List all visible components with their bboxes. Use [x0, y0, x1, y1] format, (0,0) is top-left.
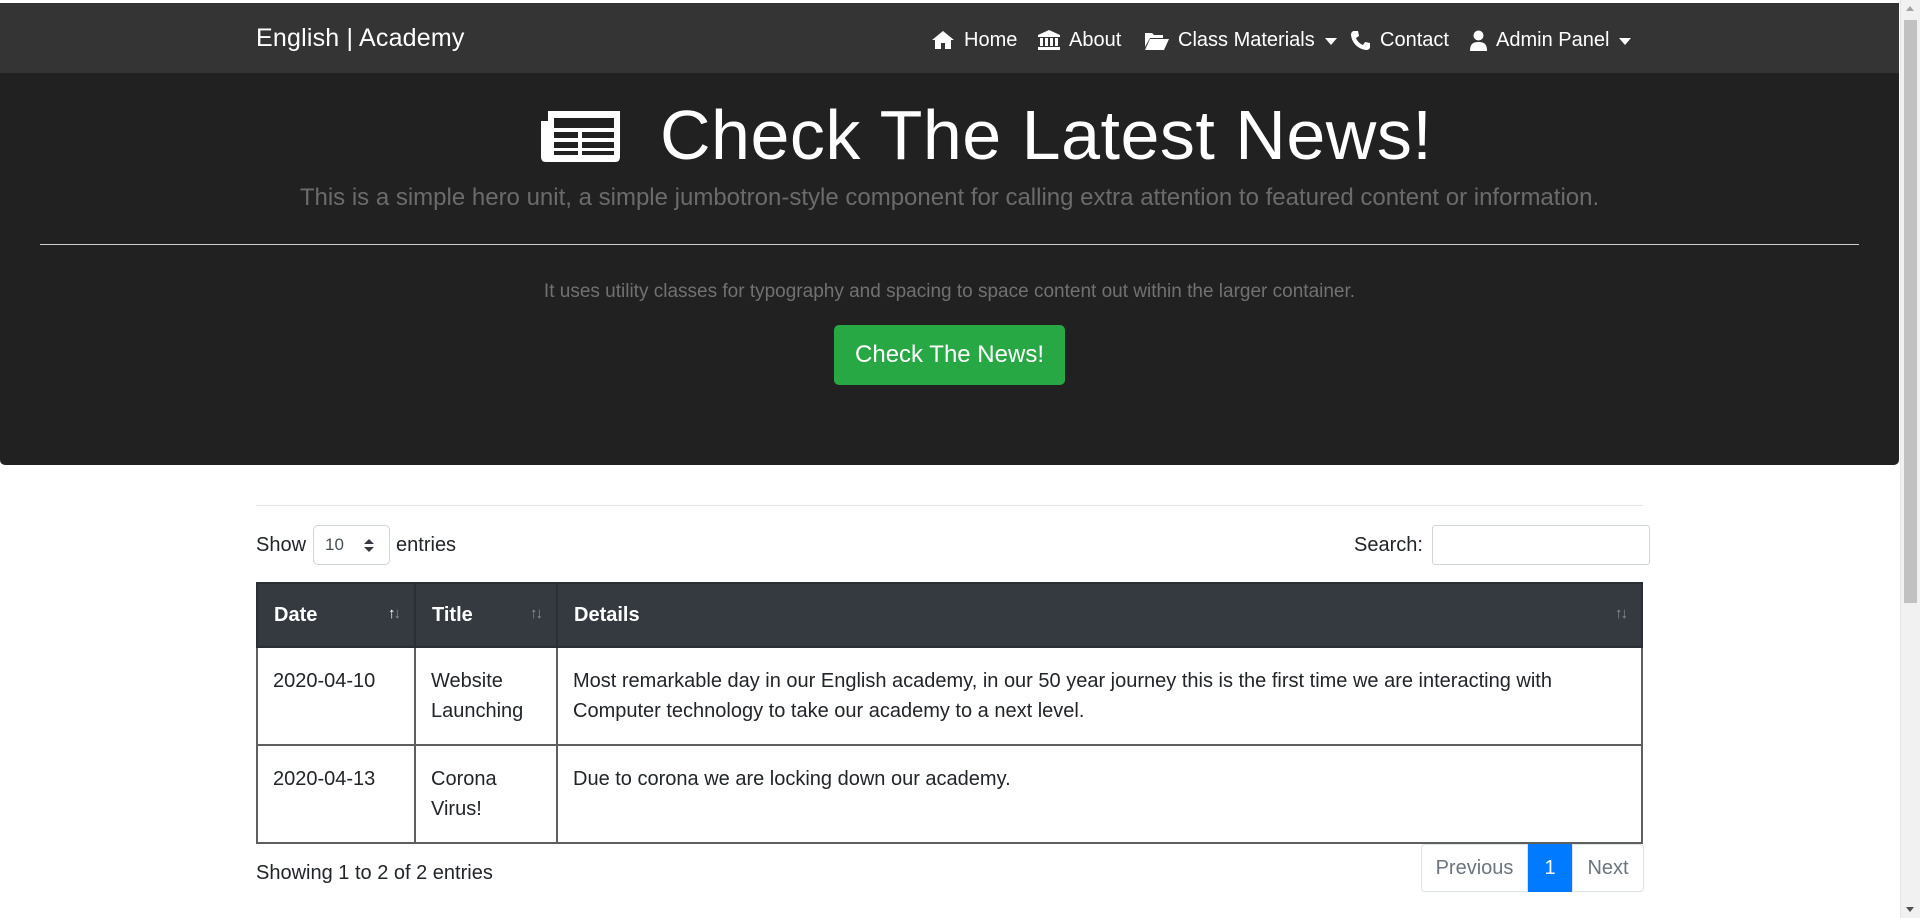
nav-admin-panel[interactable]: Admin Panel: [1470, 25, 1632, 55]
scrollbar-thumb[interactable]: [1904, 20, 1917, 603]
newspaper-icon: [541, 111, 620, 162]
entries-length-value: 10: [325, 535, 344, 554]
column-header-title[interactable]: Title ↑↓: [414, 582, 558, 648]
entries-label: entries: [396, 533, 457, 556]
cell-date: 2020-04-10: [256, 646, 416, 746]
hero-sub-text: It uses utility classes for typography a…: [543, 281, 1356, 302]
hero-heading: Check The Latest News!: [540, 85, 1432, 185]
sort-icon: ↑↓: [388, 605, 401, 622]
nav-home-label: Home: [964, 28, 1018, 51]
content-divider: [256, 505, 1643, 506]
home-icon: [932, 31, 954, 49]
pagination: Previous 1 Next: [1421, 844, 1644, 892]
cell-date: 2020-04-13: [256, 744, 416, 844]
nav-contact-label: Contact: [1380, 28, 1449, 51]
check-news-button[interactable]: Check The News!: [834, 325, 1065, 385]
scroll-down-icon[interactable]: [1901, 901, 1920, 918]
table-search: Search:: [1354, 525, 1650, 565]
entries-length-control: Show 10 entries: [256, 525, 456, 565]
folder-open-icon: [1145, 32, 1169, 50]
table-row: 2020-04-10 Website Launching Most remark…: [256, 646, 1643, 746]
nav-class-materials-label: Class Materials: [1178, 28, 1315, 51]
brand-logo-text[interactable]: English | Academy: [256, 24, 465, 53]
column-header-label: Details: [574, 603, 640, 626]
vertical-scrollbar[interactable]: [1900, 0, 1920, 918]
column-header-date[interactable]: Date ↑↓: [256, 582, 416, 648]
show-label: Show: [256, 533, 307, 556]
cell-details: Most remarkable day in our English acade…: [556, 646, 1643, 746]
phone-icon: [1351, 30, 1370, 50]
nav-about[interactable]: About: [1038, 25, 1121, 55]
chevron-down-icon: [1619, 37, 1632, 45]
table-info-text: Showing 1 to 2 of 2 entries: [256, 862, 493, 884]
hero-lead-text: This is a simple hero unit, a simple jum…: [299, 184, 1600, 211]
chevron-down-icon: [1324, 37, 1337, 45]
page-title: Check The Latest News!: [660, 96, 1433, 174]
search-input[interactable]: [1431, 525, 1650, 565]
sort-icon: ↑↓: [530, 605, 543, 622]
cell-title: Website Launching: [414, 646, 558, 746]
news-table: Date ↑↓ Title ↑↓ Details ↑↓ 2020-04-10 W…: [256, 582, 1643, 844]
column-header-label: Date: [274, 603, 318, 626]
nav-class-materials[interactable]: Class Materials: [1144, 25, 1337, 55]
table-row: 2020-04-13 Corona Virus! Due to corona w…: [256, 744, 1643, 844]
institution-icon: [1038, 30, 1060, 50]
select-arrows-icon: [364, 539, 375, 553]
nav-about-label: About: [1069, 28, 1122, 51]
entries-length-select[interactable]: 10: [313, 525, 391, 565]
page-1-button[interactable]: 1: [1528, 844, 1572, 892]
navbar: English | Academy Home About Class Mater…: [0, 3, 1899, 73]
scroll-up-icon[interactable]: [1901, 0, 1920, 17]
hero-divider: [40, 244, 1859, 245]
nav-contact[interactable]: Contact: [1350, 25, 1449, 55]
nav-home[interactable]: Home: [931, 25, 1017, 55]
cell-details: Due to corona we are locking down our ac…: [556, 744, 1643, 844]
next-page-button[interactable]: Next: [1572, 844, 1644, 892]
column-header-label: Title: [432, 603, 473, 626]
header-area: English | Academy Home About Class Mater…: [0, 3, 1899, 465]
column-header-details[interactable]: Details ↑↓: [556, 582, 1643, 648]
search-label: Search:: [1354, 533, 1423, 556]
previous-page-button[interactable]: Previous: [1421, 844, 1528, 892]
cell-title: Corona Virus!: [414, 744, 558, 844]
sort-icon: ↑↓: [1615, 605, 1628, 622]
user-icon: [1470, 30, 1487, 51]
nav-admin-panel-label: Admin Panel: [1496, 28, 1610, 51]
